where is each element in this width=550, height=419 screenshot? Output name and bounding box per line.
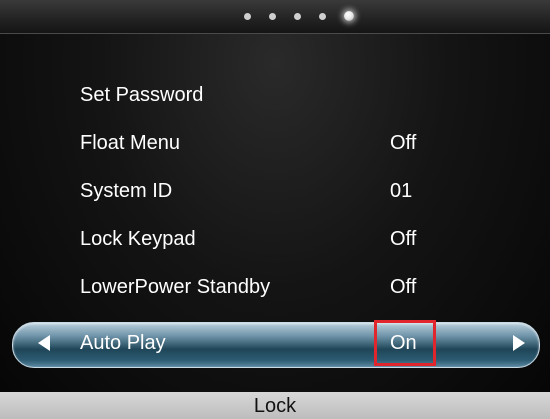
bottom-bar: Lock bbox=[0, 392, 550, 419]
top-bar bbox=[0, 0, 550, 34]
menu-item-value[interactable]: On bbox=[390, 332, 417, 355]
menu-item-lock-keypad[interactable]: Lock Keypad Off bbox=[0, 216, 550, 264]
menu-item-value: Off bbox=[390, 132, 417, 154]
menu-item-label: Lock Keypad bbox=[80, 228, 196, 250]
menu-item-label: Set Password bbox=[80, 84, 204, 106]
page-dot-2 bbox=[269, 13, 276, 20]
left-arrow-icon[interactable] bbox=[38, 335, 50, 351]
page-dot-5-active bbox=[344, 11, 354, 21]
menu-item-set-password[interactable]: Set Password bbox=[0, 72, 550, 120]
menu-item-auto-play[interactable]: Auto Play On bbox=[0, 320, 550, 368]
menu-item-label: Auto Play bbox=[80, 332, 166, 354]
menu-item-lowerpower-standby[interactable]: LowerPower Standby Off bbox=[0, 264, 550, 312]
menu-item-label: System ID bbox=[80, 180, 173, 202]
osd-screen: Set Password Float Menu Off System ID 01… bbox=[0, 0, 550, 419]
page-dot-3 bbox=[294, 13, 301, 20]
page-indicator bbox=[244, 11, 354, 21]
right-arrow-icon[interactable] bbox=[513, 335, 525, 351]
menu-item-label: Float Menu bbox=[80, 132, 181, 154]
menu-item-value: Off bbox=[390, 276, 417, 298]
page-dot-4 bbox=[319, 13, 326, 20]
menu-item-value: Off bbox=[390, 228, 417, 250]
menu-item-label: LowerPower Standby bbox=[80, 276, 271, 298]
menu-item-system-id[interactable]: System ID 01 bbox=[0, 168, 550, 216]
footer-label: Lock bbox=[253, 395, 297, 417]
page-dot-1 bbox=[244, 13, 251, 20]
menu-item-float-menu[interactable]: Float Menu Off bbox=[0, 120, 550, 168]
menu-item-value: 01 bbox=[390, 180, 413, 202]
